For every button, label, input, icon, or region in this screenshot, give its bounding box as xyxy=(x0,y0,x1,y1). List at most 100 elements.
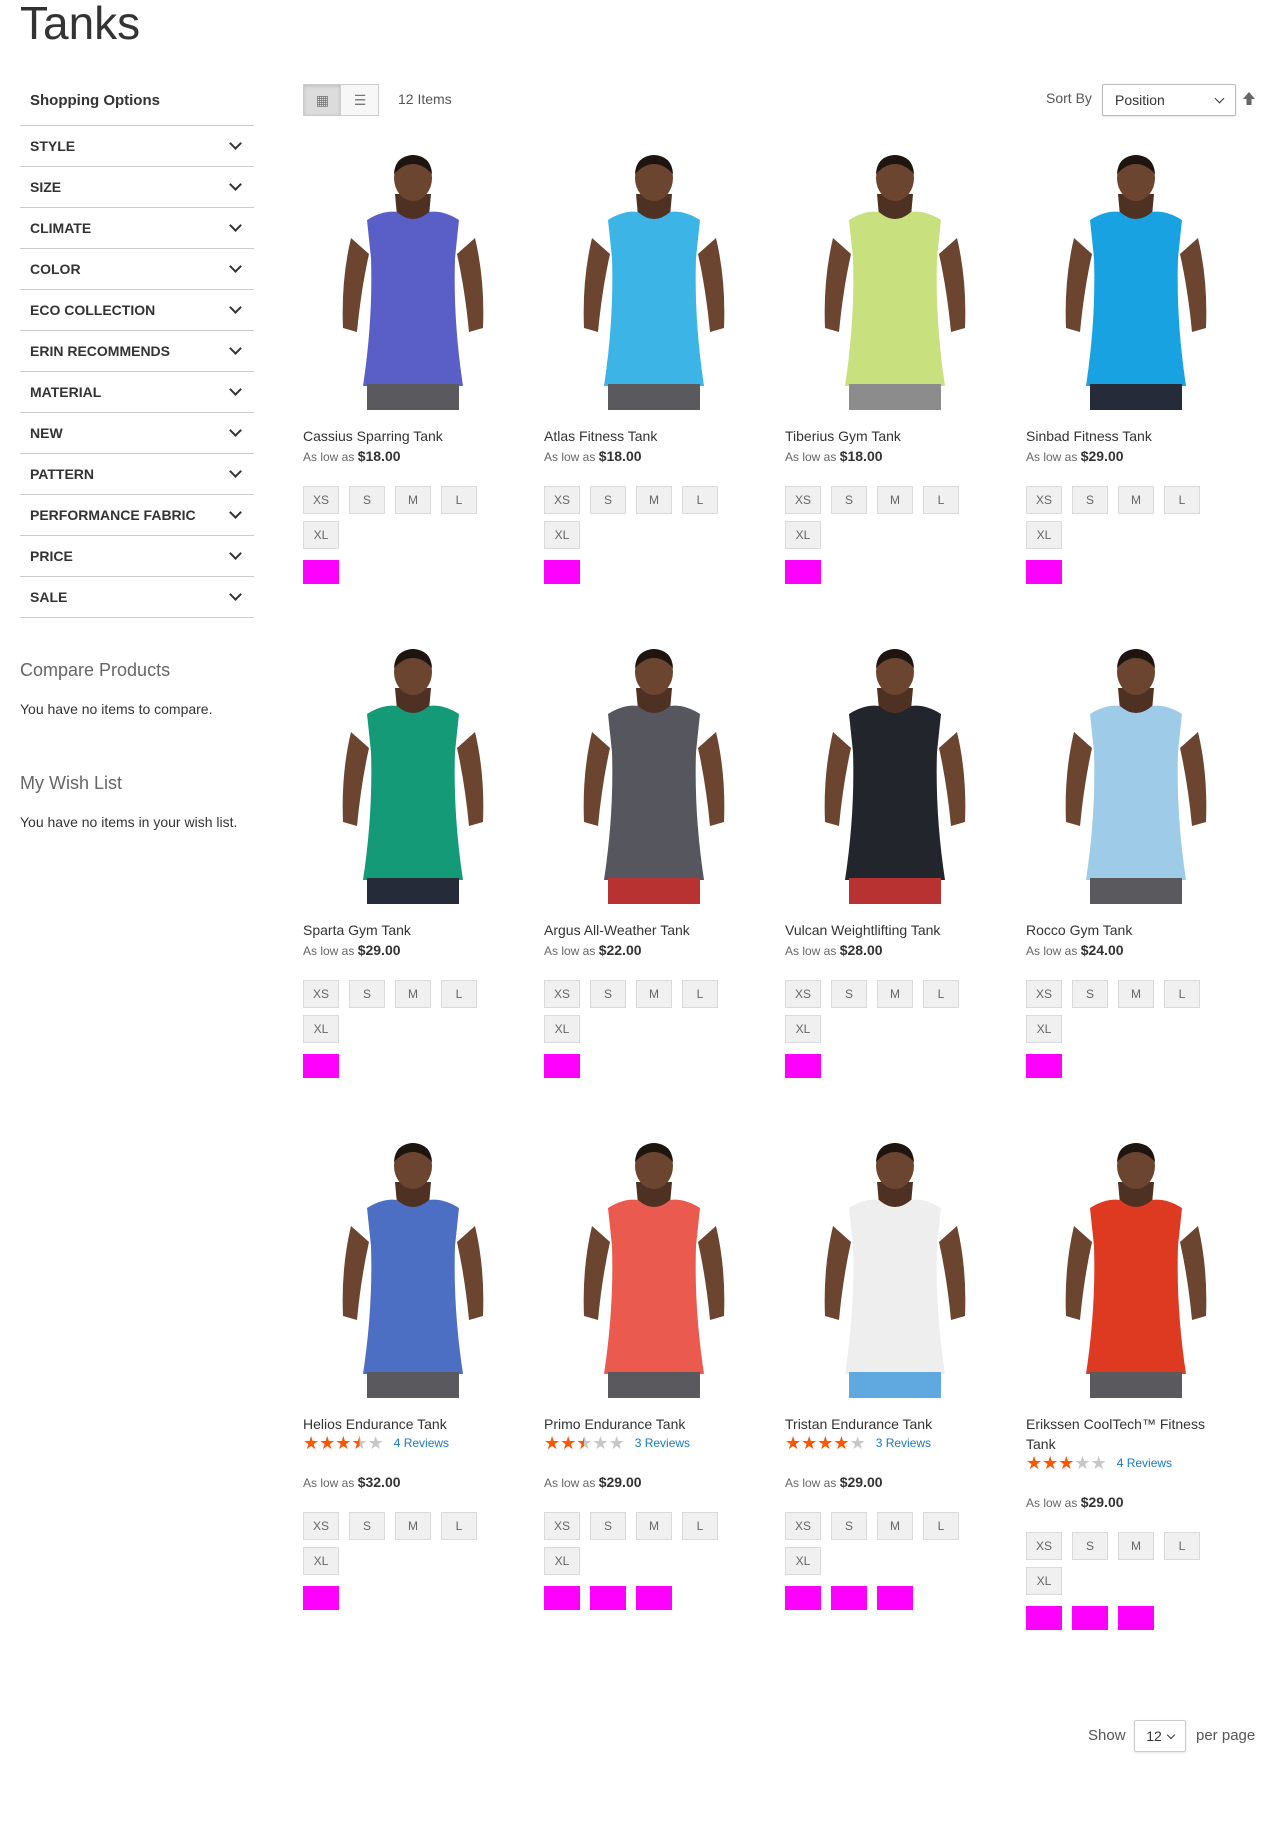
reviews-link[interactable]: 3 Reviews xyxy=(635,1436,690,1450)
size-option-m[interactable]: M xyxy=(395,980,431,1008)
size-option-l[interactable]: L xyxy=(1164,1532,1200,1560)
size-option-xs[interactable]: XS xyxy=(544,1512,580,1540)
size-option-m[interactable]: M xyxy=(877,486,913,514)
size-option-l[interactable]: L xyxy=(1164,980,1200,1008)
size-option-s[interactable]: S xyxy=(1072,486,1108,514)
size-option-xl[interactable]: XL xyxy=(544,521,580,549)
size-option-xl[interactable]: XL xyxy=(544,1015,580,1043)
product-name-link[interactable]: Vulcan Weightlifting Tank xyxy=(785,920,985,940)
size-option-s[interactable]: S xyxy=(349,486,385,514)
color-swatch[interactable] xyxy=(1072,1606,1108,1630)
product-name-link[interactable]: Rocco Gym Tank xyxy=(1026,920,1226,940)
color-swatch[interactable] xyxy=(1026,1606,1062,1630)
size-option-xl[interactable]: XL xyxy=(544,1547,580,1575)
color-swatch[interactable] xyxy=(544,1054,580,1078)
size-option-xs[interactable]: XS xyxy=(1026,980,1062,1008)
product-name-link[interactable]: Argus All-Weather Tank xyxy=(544,920,744,940)
color-swatch[interactable] xyxy=(831,1586,867,1610)
size-option-m[interactable]: M xyxy=(636,980,672,1008)
size-option-s[interactable]: S xyxy=(831,1512,867,1540)
product-name-link[interactable]: Sinbad Fitness Tank xyxy=(1026,426,1226,446)
filter-price[interactable]: PRICE xyxy=(20,536,254,577)
product-name-link[interactable]: Helios Endurance Tank xyxy=(303,1414,503,1434)
size-option-m[interactable]: M xyxy=(877,980,913,1008)
color-swatch[interactable] xyxy=(303,560,339,584)
size-option-xs[interactable]: XS xyxy=(785,1512,821,1540)
product-image[interactable] xyxy=(303,1138,523,1398)
filter-eco-collection[interactable]: ECO COLLECTION xyxy=(20,290,254,331)
color-swatch[interactable] xyxy=(303,1054,339,1078)
product-image[interactable] xyxy=(544,644,764,904)
product-name-link[interactable]: Erikssen CoolTech™ Fitness Tank xyxy=(1026,1414,1226,1454)
per-page-select[interactable]: 12 xyxy=(1134,1720,1186,1752)
product-image[interactable] xyxy=(1026,150,1246,410)
size-option-xl[interactable]: XL xyxy=(1026,1015,1062,1043)
color-swatch[interactable] xyxy=(1026,1054,1062,1078)
size-option-xs[interactable]: XS xyxy=(303,486,339,514)
color-swatch[interactable] xyxy=(785,1586,821,1610)
filter-erin-recommends[interactable]: ERIN RECOMMENDS xyxy=(20,331,254,372)
size-option-l[interactable]: L xyxy=(441,486,477,514)
size-option-m[interactable]: M xyxy=(877,1512,913,1540)
product-image[interactable] xyxy=(1026,1138,1246,1398)
size-option-l[interactable]: L xyxy=(441,1512,477,1540)
color-swatch[interactable] xyxy=(877,1586,913,1610)
size-option-xs[interactable]: XS xyxy=(785,980,821,1008)
filter-color[interactable]: COLOR xyxy=(20,249,254,290)
filter-performance-fabric[interactable]: PERFORMANCE FABRIC xyxy=(20,495,254,536)
color-swatch[interactable] xyxy=(785,1054,821,1078)
size-option-l[interactable]: L xyxy=(682,980,718,1008)
size-option-l[interactable]: L xyxy=(923,1512,959,1540)
size-option-m[interactable]: M xyxy=(1118,486,1154,514)
color-swatch[interactable] xyxy=(303,1586,339,1610)
filter-pattern[interactable]: PATTERN xyxy=(20,454,254,495)
size-option-xs[interactable]: XS xyxy=(785,486,821,514)
size-option-xl[interactable]: XL xyxy=(303,521,339,549)
reviews-link[interactable]: 4 Reviews xyxy=(1117,1456,1172,1470)
product-image[interactable] xyxy=(544,150,764,410)
product-name-link[interactable]: Cassius Sparring Tank xyxy=(303,426,503,446)
size-option-s[interactable]: S xyxy=(1072,980,1108,1008)
size-option-l[interactable]: L xyxy=(923,980,959,1008)
filter-size[interactable]: SIZE xyxy=(20,167,254,208)
size-option-s[interactable]: S xyxy=(349,980,385,1008)
filter-new[interactable]: NEW xyxy=(20,413,254,454)
product-image[interactable] xyxy=(303,644,523,904)
sort-by-select[interactable]: Position xyxy=(1102,84,1236,116)
size-option-s[interactable]: S xyxy=(831,486,867,514)
product-name-link[interactable]: Sparta Gym Tank xyxy=(303,920,503,940)
filter-style[interactable]: STYLE xyxy=(20,126,254,167)
size-option-s[interactable]: S xyxy=(1072,1532,1108,1560)
size-option-xl[interactable]: XL xyxy=(1026,521,1062,549)
product-image[interactable] xyxy=(303,150,523,410)
filter-sale[interactable]: SALE xyxy=(20,577,254,618)
grid-view-button[interactable]: ▦ xyxy=(303,84,341,116)
product-image[interactable] xyxy=(785,150,1005,410)
color-swatch[interactable] xyxy=(785,560,821,584)
product-image[interactable] xyxy=(785,1138,1005,1398)
filter-material[interactable]: MATERIAL xyxy=(20,372,254,413)
product-name-link[interactable]: Primo Endurance Tank xyxy=(544,1414,744,1434)
size-option-l[interactable]: L xyxy=(682,486,718,514)
size-option-xs[interactable]: XS xyxy=(1026,486,1062,514)
size-option-s[interactable]: S xyxy=(590,486,626,514)
size-option-l[interactable]: L xyxy=(682,1512,718,1540)
color-swatch[interactable] xyxy=(636,1586,672,1610)
size-option-xl[interactable]: XL xyxy=(1026,1567,1062,1595)
product-image[interactable] xyxy=(544,1138,764,1398)
size-option-m[interactable]: M xyxy=(1118,1532,1154,1560)
product-image[interactable] xyxy=(785,644,1005,904)
color-swatch[interactable] xyxy=(1118,1606,1154,1630)
size-option-xl[interactable]: XL xyxy=(303,1015,339,1043)
size-option-l[interactable]: L xyxy=(923,486,959,514)
size-option-m[interactable]: M xyxy=(395,486,431,514)
size-option-xs[interactable]: XS xyxy=(544,980,580,1008)
sort-direction-icon[interactable] xyxy=(1242,88,1256,110)
size-option-xs[interactable]: XS xyxy=(544,486,580,514)
size-option-m[interactable]: M xyxy=(395,1512,431,1540)
size-option-xs[interactable]: XS xyxy=(1026,1532,1062,1560)
size-option-xs[interactable]: XS xyxy=(303,980,339,1008)
product-name-link[interactable]: Tristan Endurance Tank xyxy=(785,1414,985,1434)
size-option-xl[interactable]: XL xyxy=(785,521,821,549)
color-swatch[interactable] xyxy=(1026,560,1062,584)
